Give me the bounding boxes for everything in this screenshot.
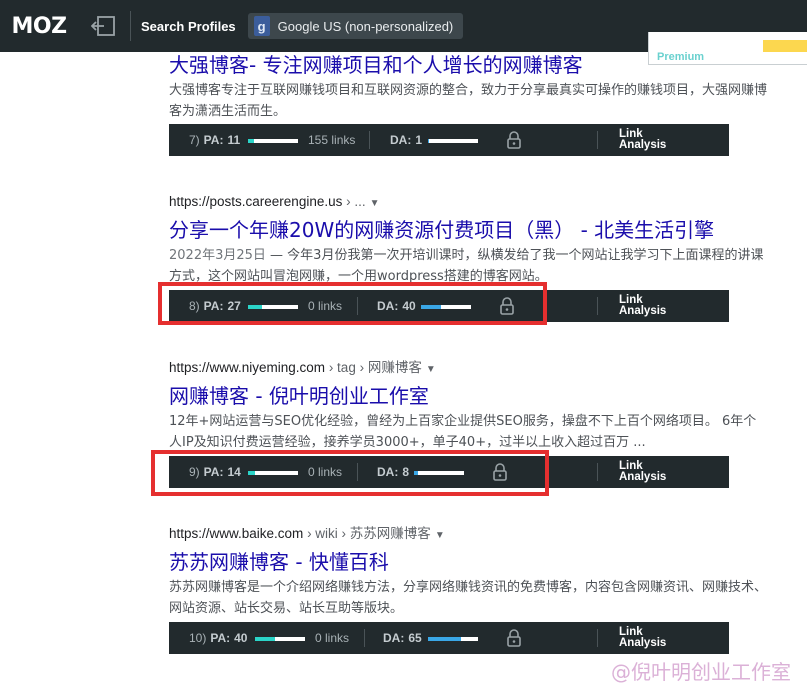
link-analysis-button[interactable]: Link Analysis [619,460,667,483]
google-icon: g [253,16,270,36]
rank-pa: 10) PA: 40 [189,622,247,654]
link-analysis-line2: Analysis [619,471,667,483]
result-snippet: 苏苏网赚博客是一个介绍网络赚钱方法，分享网络赚钱资讯的免费博客，内容包含网赚资讯… [169,580,768,616]
link-analysis-line2: Analysis [619,305,667,317]
lock-icon[interactable] [504,628,524,648]
da-bar-fill [428,637,461,641]
metrics-divider [369,131,370,149]
search-result: https://www.baike.com › wiki › 苏苏网赚博客 ▼ 苏… [169,525,769,619]
da-label: DA: [390,133,412,147]
links-count[interactable]: 155 links [308,124,355,156]
logout-icon[interactable] [84,6,124,46]
toolbar-divider [130,11,131,41]
result-title[interactable]: 苏苏网赚博客 - 快懂百科 [169,549,769,575]
result-url-crumb: › tag › 网赚博客 [325,360,422,375]
link-analysis-button[interactable]: Link Analysis [619,294,667,317]
search-result: 大强博客- 专注网赚项目和个人增长的网赚博客 大强博客专注于互联网赚钱项目和互联… [169,52,769,122]
search-profile-select[interactable]: g Google US (non-personalized) [247,13,464,39]
chevron-down-icon[interactable]: ▼ [370,198,380,209]
highlight-box [158,282,547,325]
pa-bar [248,139,298,143]
result-url[interactable]: https://www.baike.com › wiki › 苏苏网赚博客 ▼ [169,525,769,543]
pa-bar [255,637,305,641]
metrics-divider [364,629,365,647]
result-title[interactable]: 网赚博客 - 倪叶明创业工作室 [169,383,769,409]
da-label: DA: [383,631,405,645]
search-profiles-label[interactable]: Search Profiles [141,19,236,34]
result-rank: 10) [189,631,207,645]
search-result: https://posts.careerengine.us › ... ▼ 分享一… [169,193,769,287]
lock-icon[interactable] [504,130,524,150]
da-group: DA: 1 [390,124,422,156]
chevron-down-icon[interactable]: ▼ [426,364,436,375]
link-analysis-button[interactable]: Link Analysis [619,128,667,151]
search-result: https://www.niyeming.com › tag › 网赚博客 ▼ 网… [169,359,769,453]
result-url-crumb: › wiki › 苏苏网赚博客 [303,526,431,541]
result-title[interactable]: 分享一个年赚20W的网赚资源付费项目（黑） - 北美生活引擎 [169,217,769,243]
result-url-crumb: › ... [342,194,366,209]
link-analysis-line2: Analysis [619,637,667,649]
metrics-divider [597,463,598,481]
pa-label: PA: [210,631,231,645]
da-bar [428,139,478,143]
result-url[interactable]: https://www.niyeming.com › tag › 网赚博客 ▼ [169,359,769,377]
moz-metrics-bar: 10) PA: 40 0 links DA: 65 Link Analysis [169,622,729,654]
pa-value: 40 [234,631,248,645]
chevron-down-icon[interactable]: ▼ [435,530,445,541]
da-value: 1 [415,133,423,147]
result-snippet: 大强博客专注于互联网赚钱项目和互联网资源的整合，致力于分享最真实可操作的赚钱项目… [169,83,768,119]
result-title[interactable]: 大强博客- 专注网赚项目和个人增长的网赚博客 [169,52,769,78]
metrics-divider [597,131,598,149]
result-date: 2022年3月25日 [169,248,266,263]
result-snippet: 2022年3月25日 — 今年3月份我第一次开培训课时，纵横发给了我一个网站让我… [169,245,767,287]
pa-bar-fill [255,637,275,641]
result-url-domain: https://www.baike.com [169,526,304,541]
link-analysis-button[interactable]: Link Analysis [619,626,667,649]
links-count[interactable]: 0 links [315,622,349,654]
pa-value: 11 [227,133,241,147]
premium-highlight [763,40,807,52]
da-group: DA: 65 [383,622,422,654]
watermark: @倪叶明创业工作室 [611,660,791,684]
result-url-domain: https://posts.careerengine.us [169,194,343,209]
search-profile-value: Google US (non-personalized) [277,18,454,34]
rank-pa: 7) PA: 11 [189,124,240,156]
da-bar-fill [428,139,429,143]
link-analysis-line2: Analysis [619,139,667,151]
moz-logo: MOZ [11,13,67,39]
result-rank: 7) [189,133,200,147]
moz-metrics-bar: 7) PA: 11 155 links DA: 1 Link Analysis [169,124,729,156]
result-url-domain: https://www.niyeming.com [169,360,326,375]
result-url[interactable]: https://posts.careerengine.us › ... ▼ [169,193,769,211]
da-bar [428,637,478,641]
metrics-divider [597,629,598,647]
da-value: 65 [408,631,422,645]
pa-label: PA: [203,133,224,147]
highlight-box [151,450,549,496]
pa-bar-fill [248,139,254,143]
metrics-divider [597,297,598,315]
result-snippet: 12年+网站运营与SEO优化经验，曾经为上百家企业提供SEO服务，操盘不下上百个… [169,414,757,450]
